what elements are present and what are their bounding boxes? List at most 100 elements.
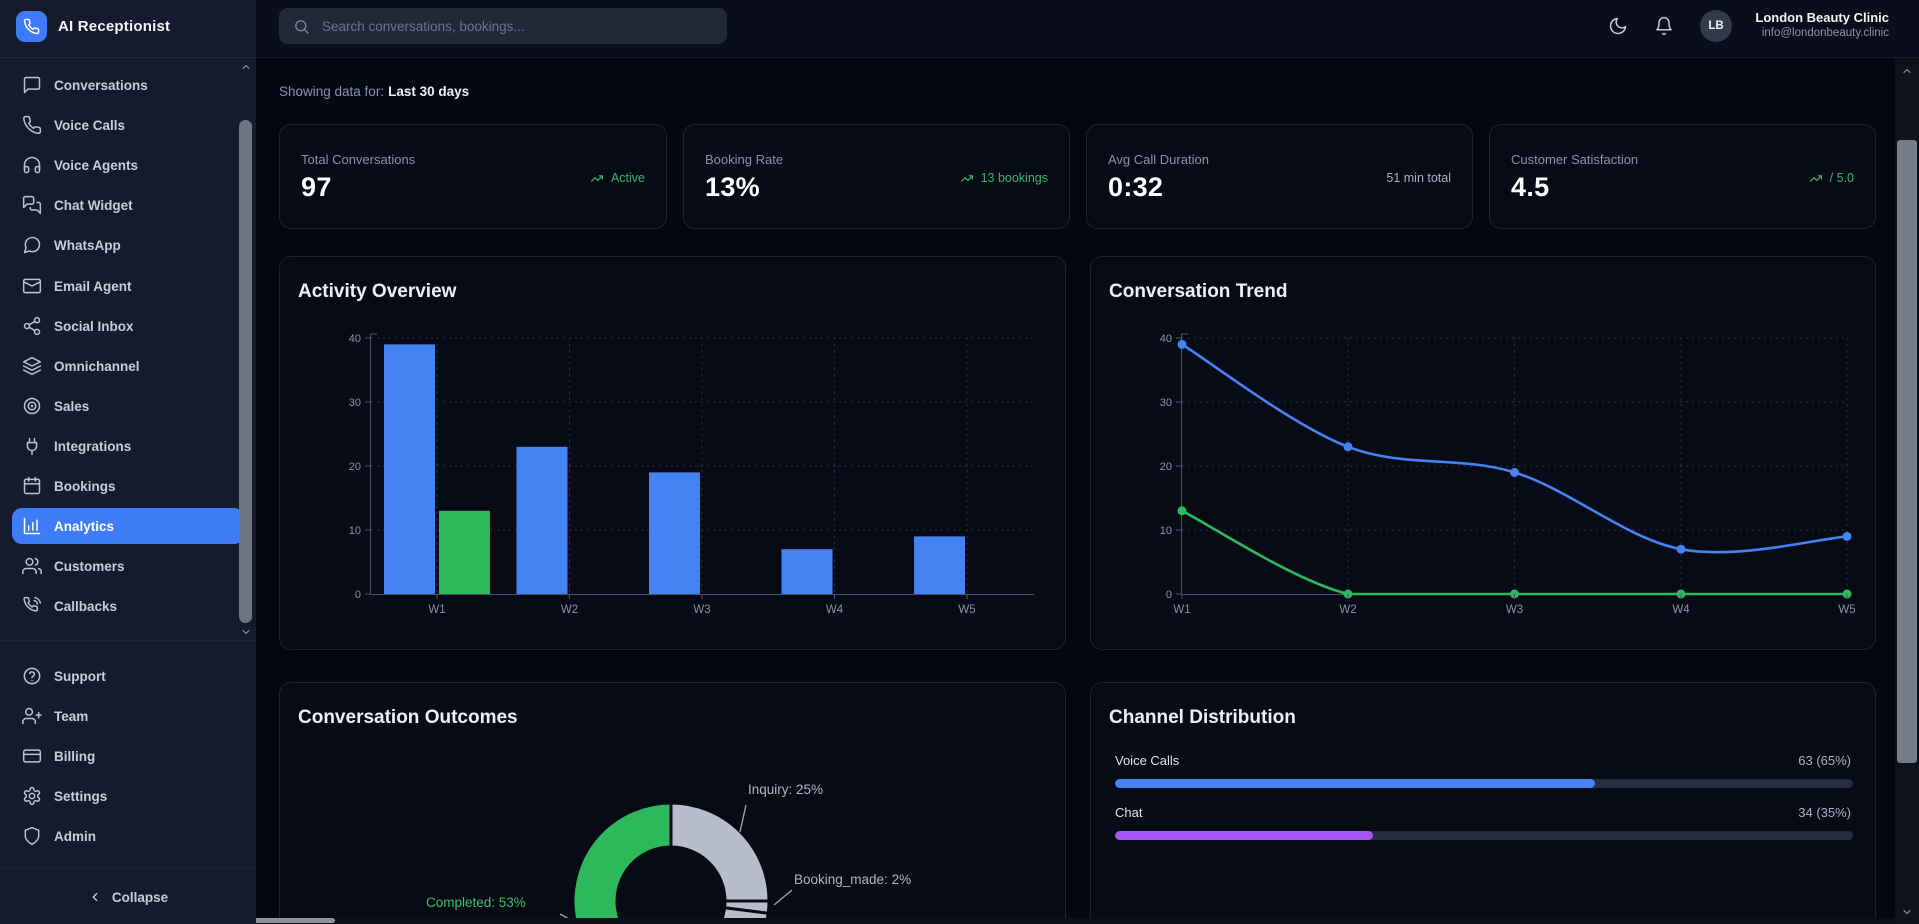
chevron-down-icon[interactable] <box>240 626 252 638</box>
notifications-button[interactable] <box>1654 16 1674 36</box>
channel-distribution-card: Channel Distribution Voice Calls63 (65%)… <box>1090 682 1876 924</box>
sidebar-item-whatsapp[interactable]: WhatsApp <box>12 227 244 263</box>
svg-text:W4: W4 <box>826 604 844 616</box>
help-circle-icon <box>22 666 42 686</box>
bar-conversations-W5 <box>914 536 965 594</box>
donut-slice-completed <box>573 803 689 924</box>
sidebar-item-customers[interactable]: Customers <box>12 548 244 584</box>
date-range-value: Last 30 days <box>388 84 469 99</box>
line-bookings <box>1182 511 1847 594</box>
horizontal-scrollbar[interactable] <box>0 918 1895 924</box>
vertical-scrollbar[interactable] <box>1895 57 1919 924</box>
sidebar-item-label: Customers <box>54 559 125 574</box>
bar-conversations-W4 <box>782 549 833 594</box>
sidebar-item-conversations[interactable]: Conversations <box>12 67 244 103</box>
sidebar-item-callbacks[interactable]: Callbacks <box>12 588 244 624</box>
scroll-up-icon[interactable] <box>1901 65 1913 77</box>
sidebar-item-social-inbox[interactable]: Social Inbox <box>12 308 244 344</box>
svg-text:W1: W1 <box>428 604 445 616</box>
channel-progress-fill <box>1115 779 1595 788</box>
dark-mode-toggle[interactable] <box>1608 16 1628 36</box>
bar-bookings-W1 <box>439 511 490 594</box>
point-conversations-W3 <box>1510 468 1519 477</box>
collapse-label: Collapse <box>112 890 168 905</box>
sidebar-item-admin[interactable]: Admin <box>12 818 244 854</box>
svg-text:20: 20 <box>1160 461 1172 473</box>
bar-conversations-W1 <box>384 344 435 594</box>
sidebar-item-chat-widget[interactable]: Chat Widget <box>12 187 244 223</box>
svg-text:W5: W5 <box>958 604 975 616</box>
channel-label: Chat <box>1115 805 1142 820</box>
message-circle-icon <box>22 235 42 255</box>
avatar[interactable]: LB <box>1700 10 1732 42</box>
messages-icon <box>22 195 42 215</box>
conversation-outcomes-donut-chart <box>280 683 1067 924</box>
sidebar-item-settings[interactable]: Settings <box>12 778 244 814</box>
donut-label-booking-made: Booking_made: 2% <box>794 872 911 887</box>
stat-value: 97 <box>301 172 332 203</box>
plug-icon <box>22 436 42 456</box>
stat-trend-text: / 5.0 <box>1830 171 1854 185</box>
svg-text:30: 30 <box>1160 397 1172 409</box>
share-icon <box>22 316 42 336</box>
chevron-left-icon <box>88 890 102 904</box>
stat-label: Total Conversations <box>301 152 415 167</box>
target-icon <box>22 396 42 416</box>
svg-text:W2: W2 <box>561 604 578 616</box>
settings-icon <box>22 786 42 806</box>
svg-text:W3: W3 <box>1506 604 1523 616</box>
sidebar-item-sales[interactable]: Sales <box>12 388 244 424</box>
sidebar-scrollbar[interactable] <box>239 120 252 623</box>
svg-text:10: 10 <box>349 525 361 537</box>
account-info[interactable]: London Beauty Clinic info@londonbeauty.c… <box>1755 10 1889 40</box>
donut-leader-line <box>740 805 746 832</box>
topbar: LB London Beauty Clinic info@londonbeaut… <box>256 0 1919 58</box>
collapse-sidebar-button[interactable]: Collapse <box>0 879 256 915</box>
stat-label: Customer Satisfaction <box>1511 152 1638 167</box>
sidebar-item-bookings[interactable]: Bookings <box>12 468 244 504</box>
svg-text:W5: W5 <box>1838 604 1855 616</box>
sidebar-item-label: Email Agent <box>54 279 132 294</box>
sidebar-item-label: Analytics <box>54 519 114 534</box>
trend-up-icon <box>959 172 975 185</box>
svg-text:W3: W3 <box>693 604 710 616</box>
stat-value: 13% <box>705 172 760 203</box>
conversation-trend-card: Conversation Trend 010203040W1W2W3W4W5 <box>1090 256 1876 650</box>
point-conversations-W1 <box>1178 340 1187 349</box>
channel-label: Voice Calls <box>1115 753 1179 768</box>
vertical-scrollbar-thumb[interactable] <box>1897 140 1917 763</box>
activity-overview-card: Activity Overview 010203040W1W2W3W4W5 <box>279 256 1066 650</box>
channel-value: 34 (35%) <box>1798 805 1851 820</box>
sidebar-item-label: Callbacks <box>54 599 117 614</box>
search-input[interactable] <box>320 18 727 35</box>
moon-icon <box>1608 16 1628 36</box>
sidebar-item-integrations[interactable]: Integrations <box>12 428 244 464</box>
point-conversations-W2 <box>1344 442 1353 451</box>
sidebar-item-team[interactable]: Team <box>12 698 244 734</box>
app-root: AI Receptionist ConversationsVoice Calls… <box>0 0 1919 924</box>
conversation-trend-line-chart: 010203040W1W2W3W4W5 <box>1091 257 1877 651</box>
sidebar-item-billing[interactable]: Billing <box>12 738 244 774</box>
credit-card-icon <box>22 746 42 766</box>
stat-trend: 13 bookings <box>959 171 1048 185</box>
sidebar-item-label: Chat Widget <box>54 198 133 213</box>
shield-icon <box>22 826 42 846</box>
sidebar-item-analytics[interactable]: Analytics <box>12 508 244 544</box>
sidebar-item-voice-agents[interactable]: Voice Agents <box>12 147 244 183</box>
sidebar-item-label: Conversations <box>54 78 148 93</box>
stat-label: Avg Call Duration <box>1108 152 1209 167</box>
sidebar-item-label: Sales <box>54 399 89 414</box>
search-icon <box>293 18 310 35</box>
phone-call-icon <box>22 596 42 616</box>
stat-card-customer-satisfaction: Customer Satisfaction 4.5 / 5.0 <box>1489 124 1876 229</box>
sidebar-item-omnichannel[interactable]: Omnichannel <box>12 348 244 384</box>
channel-distribution-title: Channel Distribution <box>1109 707 1296 729</box>
sidebar-item-email-agent[interactable]: Email Agent <box>12 268 244 304</box>
stat-value: 4.5 <box>1511 172 1549 203</box>
svg-text:30: 30 <box>349 397 361 409</box>
sidebar-item-support[interactable]: Support <box>12 658 244 694</box>
donut-label-inquiry: Inquiry: 25% <box>748 782 823 797</box>
stat-card-total-conversations: Total Conversations97Active <box>279 124 667 229</box>
sidebar-item-voice-calls[interactable]: Voice Calls <box>12 107 244 143</box>
scroll-down-icon[interactable] <box>1901 906 1913 918</box>
